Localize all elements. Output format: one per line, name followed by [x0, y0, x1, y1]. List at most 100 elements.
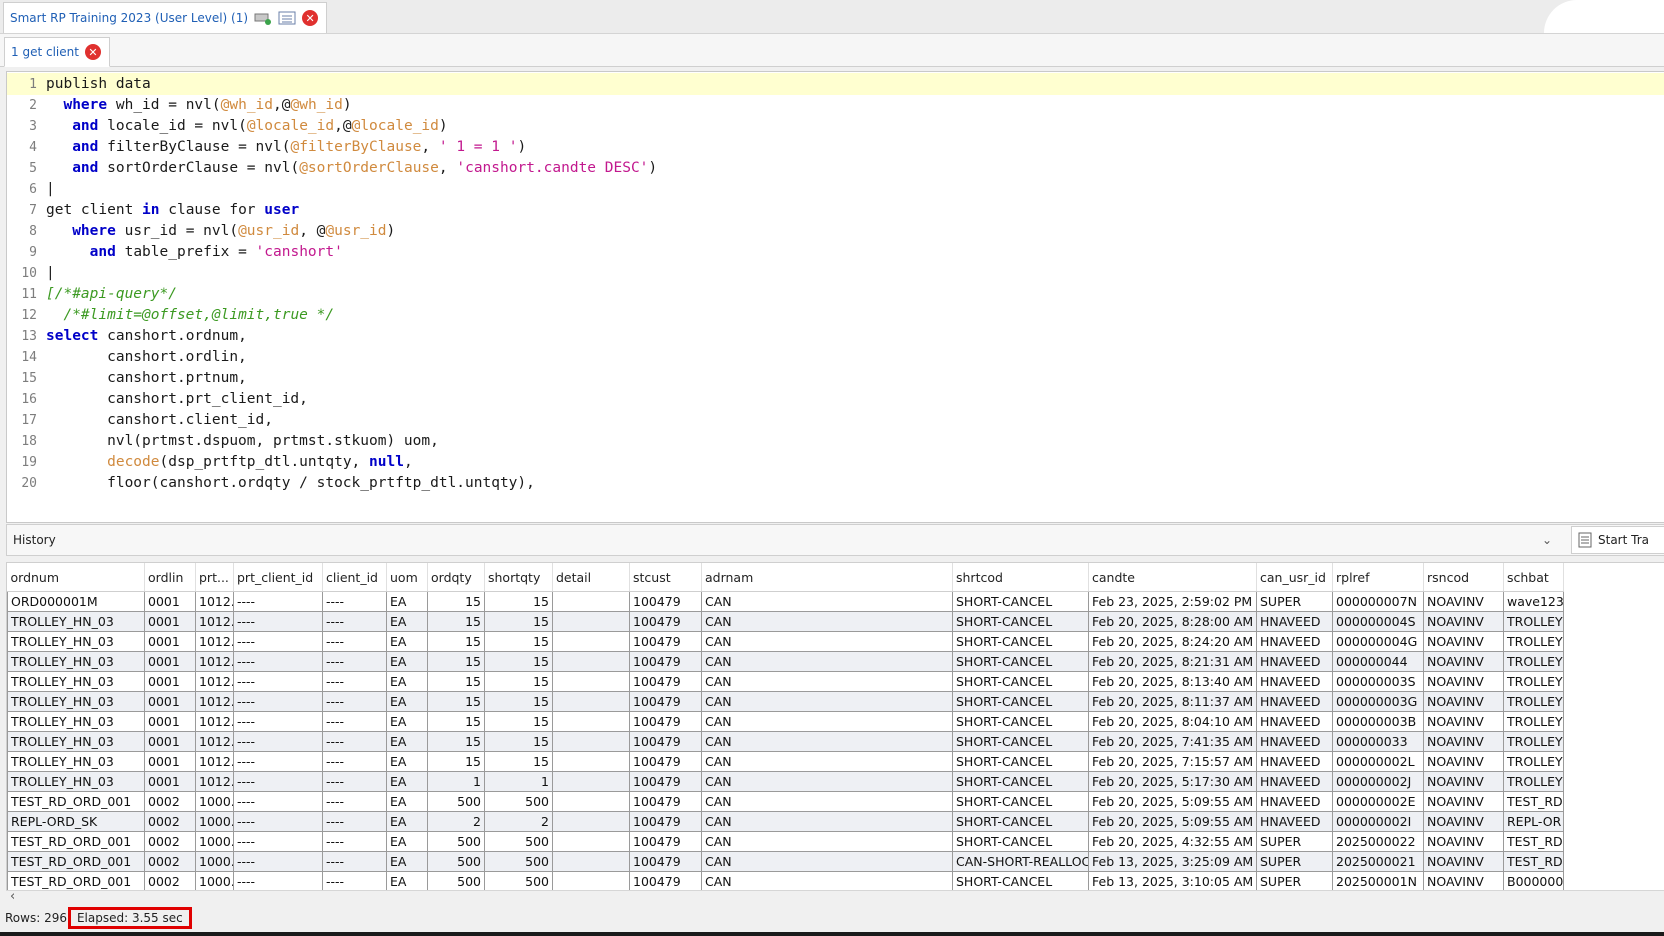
- history-dropdown[interactable]: History: [7, 533, 1537, 547]
- table-cell[interactable]: EA: [386, 611, 428, 632]
- table-cell[interactable]: SUPER: [1256, 591, 1333, 612]
- table-cell[interactable]: TROLLEY_HN_03: [7, 651, 145, 672]
- table-cell[interactable]: 1000...: [195, 811, 234, 832]
- table-cell[interactable]: 1000...: [195, 871, 234, 891]
- table-cell[interactable]: 2: [427, 811, 485, 832]
- table-cell[interactable]: EA: [386, 871, 428, 891]
- table-row[interactable]: TEST_RD_ORD_00100021000...--------EA5005…: [7, 851, 1564, 872]
- table-cell[interactable]: HNAVEED: [1256, 651, 1333, 672]
- column-header[interactable]: shortqty: [484, 563, 553, 592]
- table-cell[interactable]: NOAVINV: [1423, 611, 1504, 632]
- column-header[interactable]: can_usr_id: [1256, 563, 1333, 592]
- column-header[interactable]: shrtcod: [952, 563, 1089, 592]
- tab-get-client[interactable]: 1 get client ✕: [4, 37, 110, 67]
- table-cell[interactable]: 500: [427, 831, 485, 852]
- table-cell[interactable]: CAN: [701, 671, 953, 692]
- table-cell[interactable]: 15: [427, 751, 485, 772]
- code-line[interactable]: 9 and table_prefix = 'canshort': [7, 241, 1664, 263]
- table-cell[interactable]: TROLLEY_HN_03: [7, 751, 145, 772]
- table-cell[interactable]: CAN: [701, 691, 953, 712]
- table-cell[interactable]: 15: [484, 671, 553, 692]
- table-cell[interactable]: 1012...: [195, 711, 234, 732]
- code-line[interactable]: 14 canshort.ordlin,: [7, 346, 1664, 368]
- code-line[interactable]: 20 floor(canshort.ordqty / stock_prtftp_…: [7, 472, 1664, 494]
- table-cell[interactable]: TROLLEY: [1503, 691, 1564, 712]
- table-cell[interactable]: HNAVEED: [1256, 631, 1333, 652]
- table-cell[interactable]: ----: [233, 631, 323, 652]
- code-line[interactable]: 12 /*#limit=@offset,@limit,true */: [7, 304, 1664, 326]
- table-cell[interactable]: [552, 831, 630, 852]
- table-cell[interactable]: [552, 651, 630, 672]
- table-cell[interactable]: ----: [233, 671, 323, 692]
- table-cell[interactable]: SHORT-CANCEL: [952, 671, 1089, 692]
- table-cell[interactable]: [552, 851, 630, 872]
- table-cell[interactable]: HNAVEED: [1256, 771, 1333, 792]
- column-header[interactable]: rplref: [1332, 563, 1424, 592]
- code-line[interactable]: 10 |: [7, 262, 1664, 284]
- table-cell[interactable]: 0001: [144, 671, 196, 692]
- table-cell[interactable]: ----: [233, 791, 323, 812]
- table-cell[interactable]: SUPER: [1256, 831, 1333, 852]
- table-cell[interactable]: 15: [427, 731, 485, 752]
- table-row[interactable]: TEST_RD_ORD_00100021000...--------EA5005…: [7, 871, 1564, 891]
- table-cell[interactable]: 15: [427, 671, 485, 692]
- table-cell[interactable]: TROLLEY: [1503, 771, 1564, 792]
- code-editor[interactable]: 1 publish data 2 where wh_id = nvl(@wh_id,…: [6, 71, 1664, 523]
- table-cell[interactable]: 15: [427, 591, 485, 612]
- table-cell[interactable]: 1012...: [195, 751, 234, 772]
- column-header[interactable]: schbat: [1503, 563, 1564, 592]
- table-cell[interactable]: Feb 20, 2025, 8:11:37 AM: [1088, 691, 1257, 712]
- table-cell[interactable]: 000000003B: [1332, 711, 1424, 732]
- column-header[interactable]: stcust: [629, 563, 702, 592]
- table-cell[interactable]: 0002: [144, 811, 196, 832]
- table-cell[interactable]: 202500001N: [1332, 871, 1424, 891]
- table-cell[interactable]: 15: [484, 711, 553, 732]
- table-cell[interactable]: 0001: [144, 751, 196, 772]
- table-row[interactable]: TROLLEY_HN_0300011012...--------EA151510…: [7, 711, 1564, 732]
- table-cell[interactable]: TROLLEY_HN_03: [7, 731, 145, 752]
- table-cell[interactable]: SHORT-CANCEL: [952, 651, 1089, 672]
- table-cell[interactable]: SHORT-CANCEL: [952, 591, 1089, 612]
- table-cell[interactable]: ----: [322, 711, 387, 732]
- scroll-left-icon[interactable]: ‹: [10, 889, 15, 904]
- table-cell[interactable]: Feb 20, 2025, 7:15:57 AM: [1088, 751, 1257, 772]
- table-cell[interactable]: 100479: [629, 751, 702, 772]
- table-cell[interactable]: EA: [386, 811, 428, 832]
- table-cell[interactable]: EA: [386, 631, 428, 652]
- table-cell[interactable]: [552, 811, 630, 832]
- table-cell[interactable]: 1012...: [195, 691, 234, 712]
- table-cell[interactable]: SHORT-CANCEL: [952, 711, 1089, 732]
- table-cell[interactable]: TEST_RD: [1503, 851, 1564, 872]
- table-cell[interactable]: wave123: [1503, 591, 1564, 612]
- table-cell[interactable]: 000000033: [1332, 731, 1424, 752]
- table-cell[interactable]: TROLLEY: [1503, 631, 1564, 652]
- table-cell[interactable]: ----: [233, 751, 323, 772]
- table-cell[interactable]: Feb 23, 2025, 2:59:02 PM: [1088, 591, 1257, 612]
- table-cell[interactable]: 100479: [629, 731, 702, 752]
- table-row[interactable]: TEST_RD_ORD_00100021000...--------EA5005…: [7, 831, 1564, 852]
- table-cell[interactable]: 1000...: [195, 851, 234, 872]
- start-trace-button[interactable]: Start Tra: [1571, 526, 1664, 554]
- close-tab-icon[interactable]: ✕: [84, 44, 101, 60]
- table-cell[interactable]: EA: [386, 851, 428, 872]
- table-cell[interactable]: EA: [386, 751, 428, 772]
- table-cell[interactable]: ----: [322, 591, 387, 612]
- table-cell[interactable]: SUPER: [1256, 851, 1333, 872]
- column-header[interactable]: client_id: [322, 563, 387, 592]
- table-cell[interactable]: 000000044: [1332, 651, 1424, 672]
- table-cell[interactable]: ----: [233, 811, 323, 832]
- server-icon[interactable]: [254, 11, 272, 25]
- table-cell[interactable]: B000000: [1503, 871, 1564, 891]
- table-cell[interactable]: EA: [386, 791, 428, 812]
- table-cell[interactable]: 500: [484, 831, 553, 852]
- table-cell[interactable]: 000000002L: [1332, 751, 1424, 772]
- table-cell[interactable]: NOAVINV: [1423, 791, 1504, 812]
- table-cell[interactable]: 1: [427, 771, 485, 792]
- table-cell[interactable]: 0002: [144, 791, 196, 812]
- table-cell[interactable]: CAN: [701, 651, 953, 672]
- table-cell[interactable]: 0001: [144, 591, 196, 612]
- table-cell[interactable]: TROLLEY: [1503, 671, 1564, 692]
- table-cell[interactable]: SUPER: [1256, 871, 1333, 891]
- table-cell[interactable]: HNAVEED: [1256, 671, 1333, 692]
- table-cell[interactable]: ----: [322, 691, 387, 712]
